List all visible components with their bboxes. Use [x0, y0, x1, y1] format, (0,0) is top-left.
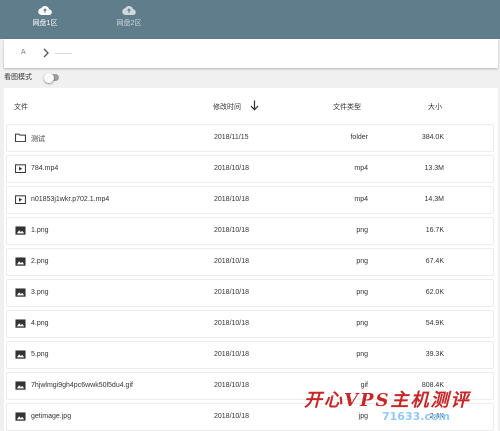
tab-disk-1[interactable]: 网盘1区 [15, 6, 75, 36]
file-size: 16.7K [425, 227, 444, 234]
column-header-size[interactable]: 大小 [428, 102, 442, 112]
file-date: 2018/10/18 [214, 413, 250, 420]
file-type: mp4 [354, 196, 368, 203]
file-row[interactable]: getimage.jpg 2018/10/18 jpg 2.4K [6, 403, 494, 431]
tab-disk-2-label: 网盘2区 [116, 20, 142, 27]
arrow-down-icon[interactable] [250, 100, 259, 111]
file-name: 784.mp4 [31, 165, 59, 172]
file-type: png [356, 289, 368, 296]
file-size: 62.0K [425, 289, 444, 296]
file-date: 2018/10/18 [214, 382, 250, 389]
file-type: png [356, 227, 368, 234]
breadcrumb-current[interactable] [55, 53, 72, 54]
file-row[interactable]: 3.png 2018/10/18 png 62.0K [6, 279, 494, 307]
image-icon [15, 319, 26, 329]
view-mode-label: 看图模式 [4, 74, 32, 81]
file-size: 67.4K [425, 258, 444, 265]
image-icon [15, 381, 26, 391]
chevron-right-icon [43, 48, 49, 58]
image-icon [15, 350, 26, 360]
file-date: 2018/10/18 [214, 258, 250, 265]
top-header: 网盘1区 网盘2区 [0, 0, 500, 39]
file-list: 文件 修改时间 文件类型 大小 测试 2018/11/15 folder 384.0K… [4, 88, 498, 431]
file-date: 2018/10/18 [214, 351, 250, 358]
file-date: 2018/10/18 [214, 196, 250, 203]
file-name: 测试 [31, 136, 45, 143]
file-row[interactable]: 7hjwlmgi9gh4pc6wwk50l5du4.gif 2018/10/18 g… [6, 372, 494, 400]
file-type: jpg [358, 413, 368, 420]
file-type: mp4 [354, 165, 368, 172]
file-row[interactable]: 1.png 2018/10/18 png 16.7K [6, 217, 494, 245]
image-icon [15, 226, 26, 236]
file-name: 5.png [31, 351, 49, 358]
file-row[interactable]: 784.mp4 2018/10/18 mp4 13.3M [6, 155, 494, 183]
file-size: 14.3M [424, 196, 444, 203]
file-name: 7hjwlmgi9gh4pc6wwk50l5du4.gif [31, 382, 133, 389]
file-name: 4.png [31, 320, 49, 327]
cloud-upload-icon [38, 6, 52, 15]
tab-disk-1-label: 网盘1区 [32, 20, 58, 27]
file-size: 39.3K [425, 351, 444, 358]
file-type: gif [360, 382, 368, 389]
cloud-upload-icon [122, 6, 136, 15]
file-name: 3.png [31, 289, 49, 296]
file-size: 2.4K [429, 413, 444, 420]
file-date: 2018/10/18 [214, 165, 250, 172]
file-size: 54.9K [425, 320, 444, 327]
file-name: 2.png [31, 258, 49, 265]
file-date: 2018/10/18 [214, 227, 250, 234]
video-icon [15, 164, 26, 174]
view-mode-toggle[interactable] [44, 72, 59, 83]
file-row[interactable]: 2.png 2018/10/18 png 67.4K [6, 248, 494, 276]
file-size: 13.3M [424, 165, 444, 172]
file-date: 2018/11/15 [214, 134, 249, 141]
file-name: getimage.jpg [31, 413, 72, 420]
file-size: 384.0K [421, 134, 444, 141]
column-header-type[interactable]: 文件类型 [333, 102, 361, 112]
column-header-name[interactable]: 文件 [14, 102, 28, 112]
image-icon [15, 288, 26, 298]
image-icon [15, 412, 26, 422]
folder-icon [15, 133, 26, 143]
file-name: n01853j1wkr.p702.1.mp4 [31, 196, 110, 203]
file-type: png [356, 258, 368, 265]
column-header-date[interactable]: 修改时间 [213, 102, 241, 112]
breadcrumb-root[interactable]: A [21, 48, 26, 58]
toggle-knob [44, 72, 54, 83]
tab-disk-2[interactable]: 网盘2区 [99, 6, 159, 36]
file-row[interactable]: 4.png 2018/10/18 png 54.9K [6, 310, 494, 338]
file-type: folder [350, 134, 368, 141]
breadcrumb: A [4, 39, 498, 68]
file-date: 2018/10/18 [214, 320, 250, 327]
file-name: 1.png [31, 227, 49, 234]
video-icon [15, 195, 26, 205]
file-row[interactable]: n01853j1wkr.p702.1.mp4 2018/10/18 mp4 14.3M [6, 186, 494, 214]
file-type: png [356, 351, 368, 358]
list-header: 文件 修改时间 文件类型 大小 [4, 88, 498, 122]
file-row[interactable]: 测试 2018/11/15 folder 384.0K [6, 124, 494, 152]
file-date: 2018/10/18 [214, 289, 250, 296]
file-type: png [356, 320, 368, 327]
file-row[interactable]: 5.png 2018/10/18 png 39.3K [6, 341, 494, 369]
image-icon [15, 257, 26, 267]
file-size: 808.4K [421, 382, 444, 389]
